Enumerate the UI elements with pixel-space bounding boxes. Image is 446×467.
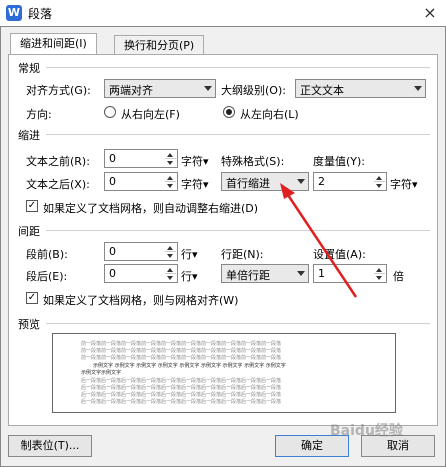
watermark: Baidu经验	[330, 423, 403, 439]
annotation-arrow-icon	[280, 183, 358, 298]
